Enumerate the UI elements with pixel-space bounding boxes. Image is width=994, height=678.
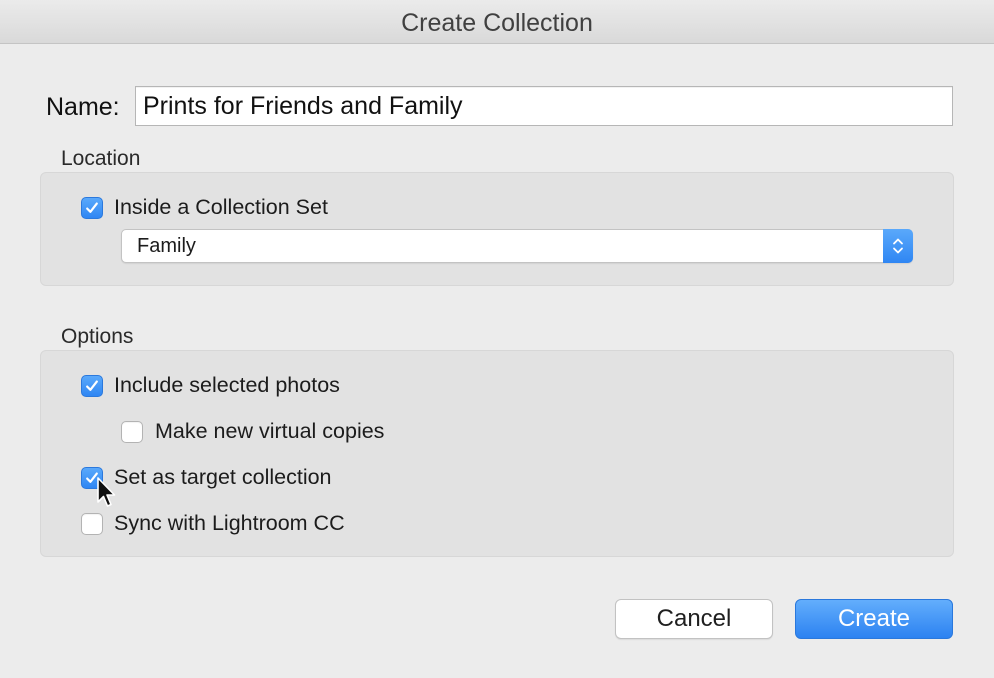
inside-collection-set-checkbox[interactable] bbox=[81, 196, 103, 219]
create-button[interactable]: Create bbox=[795, 599, 953, 639]
name-input[interactable] bbox=[135, 86, 953, 126]
sync-lightroom-cc-option[interactable]: Sync with Lightroom CC bbox=[81, 511, 345, 536]
location-section-label: Location bbox=[61, 147, 141, 170]
options-section-label: Options bbox=[61, 325, 134, 348]
select-stepper[interactable] bbox=[883, 229, 913, 263]
set-target-collection-label: Set as target collection bbox=[114, 465, 332, 489]
checkmark-icon bbox=[86, 380, 98, 391]
cancel-button[interactable]: Cancel bbox=[615, 599, 773, 639]
make-virtual-copies-option[interactable]: Make new virtual copies bbox=[121, 419, 384, 444]
collection-set-selected-value: Family bbox=[137, 235, 196, 257]
sync-lightroom-cc-checkbox[interactable] bbox=[81, 512, 103, 535]
name-label: Name: bbox=[46, 93, 120, 121]
sync-lightroom-cc-label: Sync with Lightroom CC bbox=[114, 511, 345, 535]
chevron-up-down-icon bbox=[893, 238, 903, 254]
window-title: Create Collection bbox=[401, 9, 593, 37]
include-selected-photos-checkbox[interactable] bbox=[81, 374, 103, 397]
make-virtual-copies-checkbox[interactable] bbox=[121, 420, 143, 443]
set-target-collection-option[interactable]: Set as target collection bbox=[81, 465, 332, 490]
collection-set-select[interactable]: Family bbox=[121, 229, 913, 263]
include-selected-photos-label: Include selected photos bbox=[114, 373, 340, 397]
checkmark-icon bbox=[86, 202, 98, 213]
include-selected-photos-option[interactable]: Include selected photos bbox=[81, 373, 340, 398]
inside-collection-set-label: Inside a Collection Set bbox=[114, 195, 328, 219]
create-collection-dialog: Create Collection Name: Location Inside … bbox=[0, 0, 994, 678]
checkmark-icon bbox=[86, 472, 98, 483]
inside-collection-set-option[interactable]: Inside a Collection Set bbox=[81, 195, 328, 220]
title-bar[interactable]: Create Collection bbox=[0, 0, 994, 44]
make-virtual-copies-label: Make new virtual copies bbox=[155, 419, 385, 443]
set-target-collection-checkbox[interactable] bbox=[81, 466, 103, 489]
